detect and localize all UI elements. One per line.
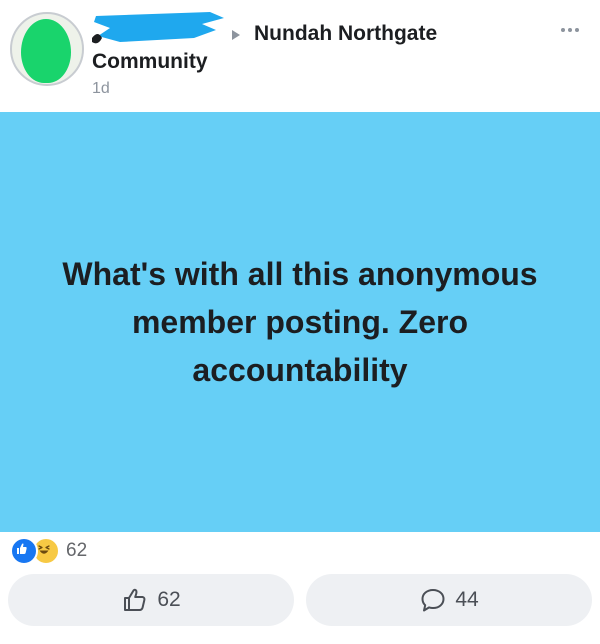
post-header: Nundah Northgate Community 1d	[0, 0, 600, 112]
like-reaction-icon	[10, 537, 38, 565]
thumbs-up-icon	[124, 588, 146, 611]
post-body: What's with all this anonymous member po…	[0, 112, 600, 532]
reaction-summary[interactable]: 62	[10, 537, 88, 565]
post-text: What's with all this anonymous member po…	[62, 256, 538, 388]
avatar[interactable]	[10, 12, 84, 86]
arrow-right-icon	[232, 30, 240, 40]
comment-bubble-icon	[421, 589, 445, 612]
like-button[interactable]: 62	[8, 574, 294, 626]
comment-button[interactable]: 44	[306, 574, 592, 626]
group-name-link[interactable]: Nundah Northgate	[254, 22, 437, 46]
more-options-icon[interactable]	[554, 20, 586, 40]
comment-count: 44	[455, 588, 479, 611]
like-count: 62	[157, 588, 181, 611]
avatar-redaction	[21, 19, 71, 83]
poster-name-redaction	[92, 12, 224, 44]
post-timestamp[interactable]: 1d	[92, 80, 110, 98]
reaction-count: 62	[66, 540, 88, 561]
poster-role: Community	[92, 50, 208, 73]
